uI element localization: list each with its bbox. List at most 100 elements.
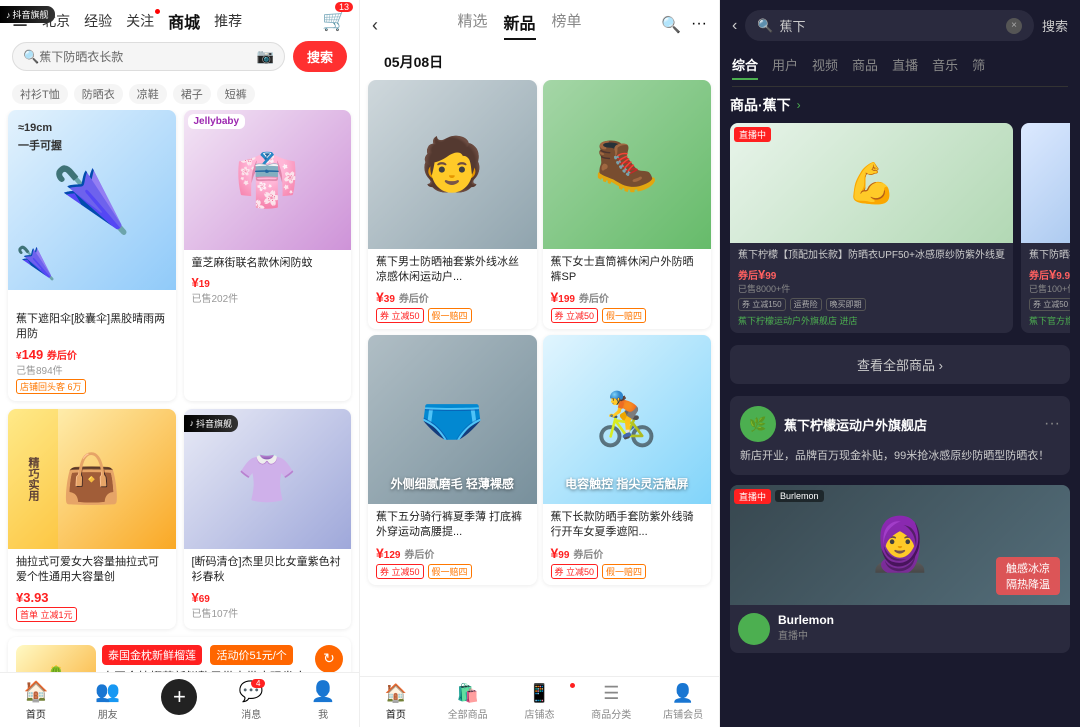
live-card[interactable]: 直播中 Burlemon 触感冰凉隔热降温 Burlemon 直播中 xyxy=(730,485,1070,653)
live-image: 直播中 Burlemon 触感冰凉隔热降温 xyxy=(730,485,1070,605)
p3-product-body-2: 蕉下防晒袖套防紫外线夏季宽松男女同款出游必备 券后¥9.9 已售100+件 券 … xyxy=(1021,243,1070,333)
search-icon: 🔍 xyxy=(23,49,39,65)
panel-new-products: ‹ 精选 新品 榜单 🔍 ··· 05月08日 蕉下男士防晒袖套紫外线冰丝凉感休… xyxy=(360,0,720,727)
p3-tags-2: 券 立减50 运费险 7天无理由退货 xyxy=(1029,298,1070,311)
nav-shop[interactable]: 商城 xyxy=(168,9,200,33)
card-price-bag: ¥3.93 xyxy=(16,590,168,605)
footer-me[interactable]: 👤 我 xyxy=(287,679,359,721)
product-item-2[interactable]: 蕉下女士直筒裤休闲户外防晒裤SP ¥199 券后价 券 立减50 假一赔四 xyxy=(543,80,712,329)
product-card-umbrella[interactable]: ≈19cm一手可握 🌂 ♪ 抖音旗舰 蕉下遮阳伞[胶囊伞]黑胶晴雨两用防 ¥14… xyxy=(8,110,176,401)
search-icon[interactable]: 🔍 xyxy=(661,15,681,35)
p3-search-box[interactable]: 🔍 蕉下 × xyxy=(745,10,1034,41)
p2-footer-home[interactable]: 🏠 首页 xyxy=(360,683,432,721)
cat-tab-user[interactable]: 用户 xyxy=(772,55,798,80)
footer-messages[interactable]: 💬 消息 4 xyxy=(215,679,287,721)
tab-ranking[interactable]: 榜单 xyxy=(552,10,582,40)
tag-5[interactable]: 短裤 xyxy=(217,84,255,104)
nav-recommend[interactable]: 推荐 xyxy=(214,11,242,31)
ruler-text: ≈19cm一手可握 xyxy=(18,120,62,155)
tag-4[interactable]: 裙子 xyxy=(173,84,211,104)
cat-tab-all[interactable]: 综合 xyxy=(732,55,758,80)
p2-footer-all[interactable]: 🛍️ 全部商品 xyxy=(432,683,504,721)
p2-all-label: 全部商品 xyxy=(448,706,488,721)
cat-tab-video[interactable]: 视频 xyxy=(812,55,838,80)
price-number2: 69 xyxy=(199,594,210,605)
promo-tag-bag: 首单 立减1元 xyxy=(16,607,77,622)
coupon-tag-4: 券 立减50 xyxy=(551,564,599,579)
footer-friends[interactable]: 👥 朋友 xyxy=(72,679,144,721)
tab-group: 精选 新品 榜单 xyxy=(388,10,651,40)
cat-tab-live[interactable]: 直播 xyxy=(892,55,918,80)
p3-store-name-1: 蕉下柠檬运动户外旗舰店 进店 xyxy=(738,314,1005,327)
product-img-3: 外侧细腻磨毛 轻薄裸感 xyxy=(368,335,537,504)
p2-category-icon: ☰ xyxy=(603,683,619,704)
price-num-4: 99 xyxy=(558,550,569,561)
store-tag: 店铺回头客 6万 xyxy=(16,379,86,394)
tag-2[interactable]: 防晒衣 xyxy=(74,84,123,104)
store-name: 蕉下柠檬运动户外旗舰店 xyxy=(784,415,927,434)
p2-store-icon: 📱 xyxy=(528,683,550,704)
product-card-bag[interactable]: 👜 精巧实用 抽拉式可爱女大容量抽拉式可爱个性通用大容量创 ¥3.93 首单 立… xyxy=(8,409,176,629)
back-button[interactable]: ‹ xyxy=(372,15,378,36)
cat-tab-music[interactable]: 音乐 xyxy=(932,55,958,80)
cat-tab-filter[interactable]: 筛 xyxy=(972,55,985,80)
tab-featured[interactable]: 精选 xyxy=(458,10,488,40)
card-title-kids2: [断码清仓]杰里贝比女童紫色衬衫春秋 xyxy=(192,555,344,586)
nav-experience[interactable]: 经验 xyxy=(84,11,112,31)
camera-icon[interactable]: 📷 xyxy=(257,48,274,65)
card-body-bag: 抽拉式可爱女大容量抽拉式可爱个性通用大容量创 ¥3.93 首单 立减1元 xyxy=(8,549,176,629)
view-all-button[interactable]: 查看全部商品 › xyxy=(730,345,1070,384)
footer-home[interactable]: 🏠 首页 xyxy=(0,679,72,721)
more-icon[interactable]: ··· xyxy=(691,15,707,35)
footer-home-label: 首页 xyxy=(26,706,46,721)
tab-new[interactable]: 新品 xyxy=(504,10,536,40)
wide-card-section: 🌵 泰国金枕新鲜榴莲 活动价51元/个 泰国金枕榴莲新鲜整果带壳带皮现发应季 ¥… xyxy=(8,637,351,672)
p3-search-button[interactable]: 搜索 xyxy=(1042,16,1068,35)
p2-footer-store[interactable]: 📱 店铺态 xyxy=(504,683,576,721)
p3-product-2[interactable]: 蕉下防晒袖套防紫外线夏季宽松男女同款出游必备 券后¥9.9 已售100+件 券 … xyxy=(1021,123,1070,333)
card-body: ♪ 抖音旗舰 蕉下遮阳伞[胶囊伞]黑胶晴雨两用防 ¥149 券后价 己售894件… xyxy=(8,290,176,401)
product-body-4: 蕉下长款防晒手套防紫外线骑行开车女夏季遮阳... ¥99 券后价 券 立减50 … xyxy=(543,504,712,585)
store-avatar-icon: 🌿 xyxy=(749,416,766,433)
product-item-1[interactable]: 蕉下男士防晒袖套紫外线冰丝凉感休闲运动户... ¥39 券后价 券 立减50 假… xyxy=(368,80,537,329)
quality-tag-3: 假一赔四 xyxy=(428,564,472,579)
footer-add[interactable]: + xyxy=(144,679,216,721)
product-item-4[interactable]: 电容触控 指尖灵活触屏 蕉下长款防晒手套防紫外线骑行开车女夏季遮阳... ¥99… xyxy=(543,335,712,584)
card-title-umbrella: 蕉下遮阳伞[胶囊伞]黑胶晴雨两用防 xyxy=(16,312,168,343)
p3-back-button[interactable]: ‹ xyxy=(732,17,737,35)
product-content-p2: 蕉下男士防晒袖套紫外线冰丝凉感休闲运动户... ¥39 券后价 券 立减50 假… xyxy=(360,80,719,676)
product-card-kids2[interactable]: 👚 ♪ 抖音旗舰 [断码清仓]杰里贝比女童紫色衬衫春秋 ¥69 已售107件 xyxy=(184,409,352,629)
search-button[interactable]: 搜索 xyxy=(293,41,347,72)
p2-shop-icon: 🛍️ xyxy=(456,683,478,704)
panel-search-results: ‹ 🔍 蕉下 × 搜索 综合 用户 视频 商品 直播 音乐 筛 商品·蕉下 › xyxy=(720,0,1080,727)
product-price-2: ¥199 券后价 xyxy=(551,289,704,305)
card-price-umbrella: ¥149 券后价 xyxy=(16,347,168,362)
durian-refresh[interactable]: ↻ xyxy=(315,645,343,672)
p2-footer-member[interactable]: 👤 店铺会员 xyxy=(647,683,719,721)
tag-1[interactable]: 衬衫T恤 xyxy=(12,84,68,104)
product-item-3[interactable]: 外侧细腻磨毛 轻薄裸感 蕉下五分骑行裤夏季薄 打底裤外穿运动高腰提... ¥12… xyxy=(368,335,537,584)
cat-tab-product[interactable]: 商品 xyxy=(852,55,878,80)
live-badge-1: 直播中 xyxy=(734,127,771,142)
product-title-2: 蕉下女士直筒裤休闲户外防晒裤SP xyxy=(551,255,704,286)
product-card-kids[interactable]: 👘 Jellybaby 童芝麻街联名款休闲防蚊 ¥19 已售202件 xyxy=(184,110,352,401)
live-cta[interactable]: 触感冰凉隔热降温 xyxy=(996,557,1060,595)
panel2-header: ‹ 精选 新品 榜单 🔍 ··· 05月08日 xyxy=(360,0,719,80)
product-card-durian[interactable]: 🌵 泰国金枕新鲜榴莲 活动价51元/个 泰国金枕榴莲新鲜整果带壳带皮现发应季 ¥… xyxy=(8,637,351,672)
cart-button[interactable]: 🛒 13 xyxy=(322,8,347,33)
p2-footer-category[interactable]: ☰ 商品分类 xyxy=(575,683,647,721)
price-unit: 券后价 xyxy=(47,351,77,362)
p3-clear-button[interactable]: × xyxy=(1006,18,1022,34)
overlay-text-4: 电容触控 指尖灵活触屏 xyxy=(543,475,712,494)
p2-home-icon: 🏠 xyxy=(385,683,407,704)
store-more-icon[interactable]: ··· xyxy=(1044,415,1060,433)
tag-3[interactable]: 凉鞋 xyxy=(129,84,167,104)
search-row: 🔍 蕉下防晒衣长款 📷 搜索 xyxy=(12,41,347,72)
section-arrow[interactable]: › xyxy=(797,98,801,112)
search-box[interactable]: 🔍 蕉下防晒衣长款 📷 xyxy=(12,42,285,71)
product-content: ≈19cm一手可握 🌂 ♪ 抖音旗舰 蕉下遮阳伞[胶囊伞]黑胶晴雨两用防 ¥14… xyxy=(0,110,359,672)
brand-badge: Jellybaby xyxy=(188,114,246,129)
nav-follow[interactable]: 关注 xyxy=(126,11,154,31)
price-num-1: 39 xyxy=(384,294,395,305)
p3-product-1[interactable]: 直播中 蕉下柠檬【顶配加长款】防晒衣UPF50+冰感原纱防紫外线夏 券后¥99 … xyxy=(730,123,1013,333)
